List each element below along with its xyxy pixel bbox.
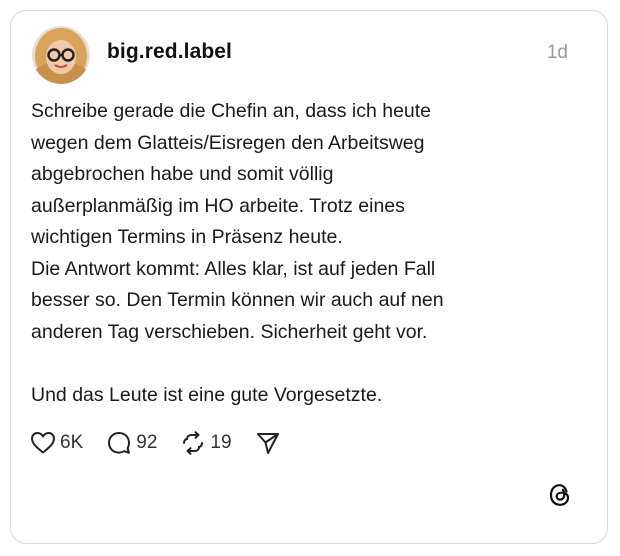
post-body-line: besser so. Den Termin können wir auch au… bbox=[31, 289, 444, 311]
speech-bubble-icon bbox=[108, 432, 131, 454]
reply-button[interactable]: 92 bbox=[106, 430, 157, 456]
post-body-line: wegen dem Glatteis/Eisregen den Arbeitsw… bbox=[31, 131, 425, 154]
like-count: 6K bbox=[60, 432, 84, 453]
post-body-line: Und das Leute ist eine gute Vorgesetzte. bbox=[31, 383, 383, 406]
send-icon bbox=[256, 433, 279, 454]
like-button[interactable]: 6K bbox=[30, 431, 83, 455]
repost-icon bbox=[183, 431, 204, 455]
repost-button[interactable]: 19 bbox=[180, 430, 232, 456]
post-body-line: abgebrochen habe und somit völlig bbox=[31, 163, 334, 185]
username[interactable]: big.red.label bbox=[107, 40, 232, 64]
post-body-line: außerplanmäßig im HO arbeite. Trotz eine… bbox=[31, 194, 405, 217]
post-body-line: anderen Tag verschieben. Sicherheit geht… bbox=[31, 320, 428, 343]
timestamp: 1d bbox=[546, 42, 568, 63]
post-body-line: Die Antwort kommt: Alles klar, ist auf j… bbox=[31, 257, 436, 280]
action-bar: 6K 92 19 bbox=[30, 429, 304, 457]
threads-logo-icon[interactable] bbox=[547, 482, 573, 508]
heart-icon bbox=[31, 432, 55, 454]
post-body-line: Schreibe gerade die Chefin an, dass ich … bbox=[31, 100, 432, 122]
post-body-line: wichtigen Termins in Präsenz heute. bbox=[31, 226, 343, 248]
avatar[interactable] bbox=[32, 26, 90, 84]
post-body: Schreibe gerade die Chefin an, dass ich … bbox=[31, 96, 576, 411]
post-body-line bbox=[31, 348, 576, 380]
reply-count: 92 bbox=[136, 432, 158, 453]
share-button[interactable] bbox=[255, 430, 281, 456]
repost-count: 19 bbox=[210, 432, 232, 453]
